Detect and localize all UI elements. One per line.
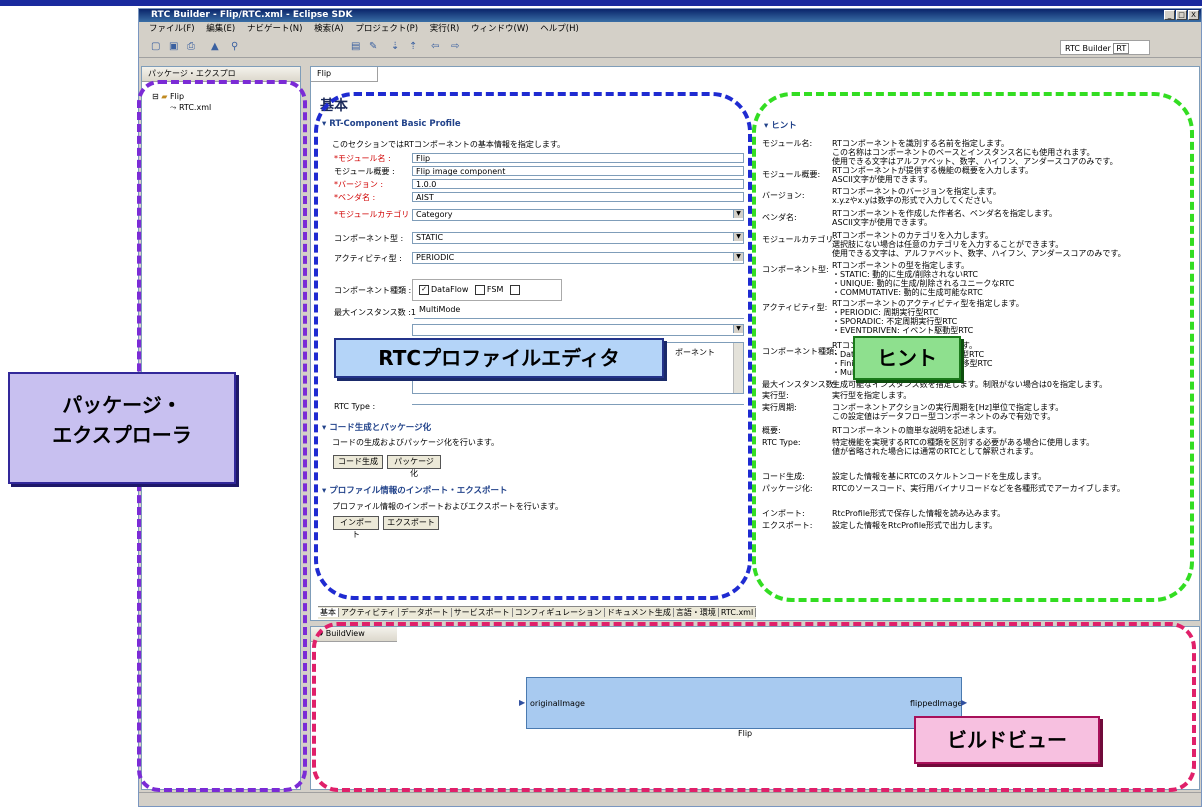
edit-icon[interactable]: ✎ (369, 41, 377, 52)
tab-activity[interactable]: アクティビティ (339, 608, 399, 617)
menu-run[interactable]: 実行(R) (430, 24, 460, 34)
tab-basic[interactable]: 基本 (318, 608, 339, 617)
tab-dataport[interactable]: データポート (398, 608, 452, 617)
tab-serviceport[interactable]: サービスポート (451, 608, 513, 617)
menu-search[interactable]: 検索(A) (314, 24, 343, 34)
window-title-bar: RTC Builder - Flip/RTC.xml - Eclipse SDK (139, 9, 1201, 22)
editor-tab[interactable]: Flip (311, 67, 378, 82)
open-icon[interactable]: ▤ (351, 41, 360, 52)
status-bar (139, 792, 1201, 806)
hint-callout: ヒント (853, 336, 961, 380)
close-button[interactable]: X (1188, 10, 1199, 20)
build-callout: ビルドビュー (914, 716, 1100, 764)
forward-icon[interactable]: ⇨ (451, 41, 459, 52)
nav-prev-icon[interactable]: ⇡ (409, 41, 417, 52)
hint-highlight-frame (752, 92, 1194, 602)
print-icon[interactable]: ⎙ (187, 41, 195, 52)
editor-callout: RTCプロファイルエディタ (334, 338, 664, 378)
maximize-button[interactable]: □ (1176, 10, 1187, 20)
perspective-switcher[interactable]: RTC Builder RT (1060, 40, 1150, 55)
menu-project[interactable]: プロジェクト(P) (355, 24, 418, 34)
menu-help[interactable]: ヘルプ(H) (540, 24, 579, 34)
buildview-highlight-frame (312, 622, 1196, 792)
menu-window[interactable]: ウィンドウ(W) (471, 24, 529, 34)
save-icon[interactable]: ▣ (169, 41, 178, 52)
tab-configuration[interactable]: コンフィギュレーション (512, 608, 605, 617)
menu-bar: ファイル(F) 編集(E) ナビゲート(N) 検索(A) プロジェクト(P) 実… (139, 22, 1201, 36)
tab-documentation[interactable]: ドキュメント生成 (604, 608, 674, 617)
menu-edit[interactable]: 編集(E) (206, 24, 235, 34)
menu-file[interactable]: ファイル(F) (149, 24, 195, 34)
top-border-line (0, 0, 1202, 6)
menu-navigate[interactable]: ナビゲート(N) (247, 24, 303, 34)
search-icon[interactable]: ⚲ (231, 41, 238, 52)
window-title: RTC Builder - Flip/RTC.xml - Eclipse SDK (151, 10, 353, 20)
tab-language[interactable]: 言語・環境 (673, 608, 719, 617)
tab-rtc-xml[interactable]: RTC.xml (718, 608, 757, 617)
perspective-badge: RT (1113, 43, 1130, 54)
new-icon[interactable]: ▢ (151, 41, 160, 52)
minimize-button[interactable]: _ (1164, 10, 1175, 20)
perspective-label: RTC Builder (1065, 44, 1111, 53)
run-icon[interactable]: ▲ (211, 41, 219, 52)
toolbar: ▢ ▣ ⎙ ▲ ⚲ ▤ ✎ ⇣ ⇡ ⇦ ⇨ (139, 36, 1201, 58)
explorer-callout: パッケージ・ エクスプローラ (8, 372, 236, 484)
back-icon[interactable]: ⇦ (431, 41, 439, 52)
editor-page-tabs: 基本 アクティビティ データポート サービスポート コンフィギュレーション ドキュメント生… (318, 606, 757, 619)
nav-next-icon[interactable]: ⇣ (391, 41, 399, 52)
